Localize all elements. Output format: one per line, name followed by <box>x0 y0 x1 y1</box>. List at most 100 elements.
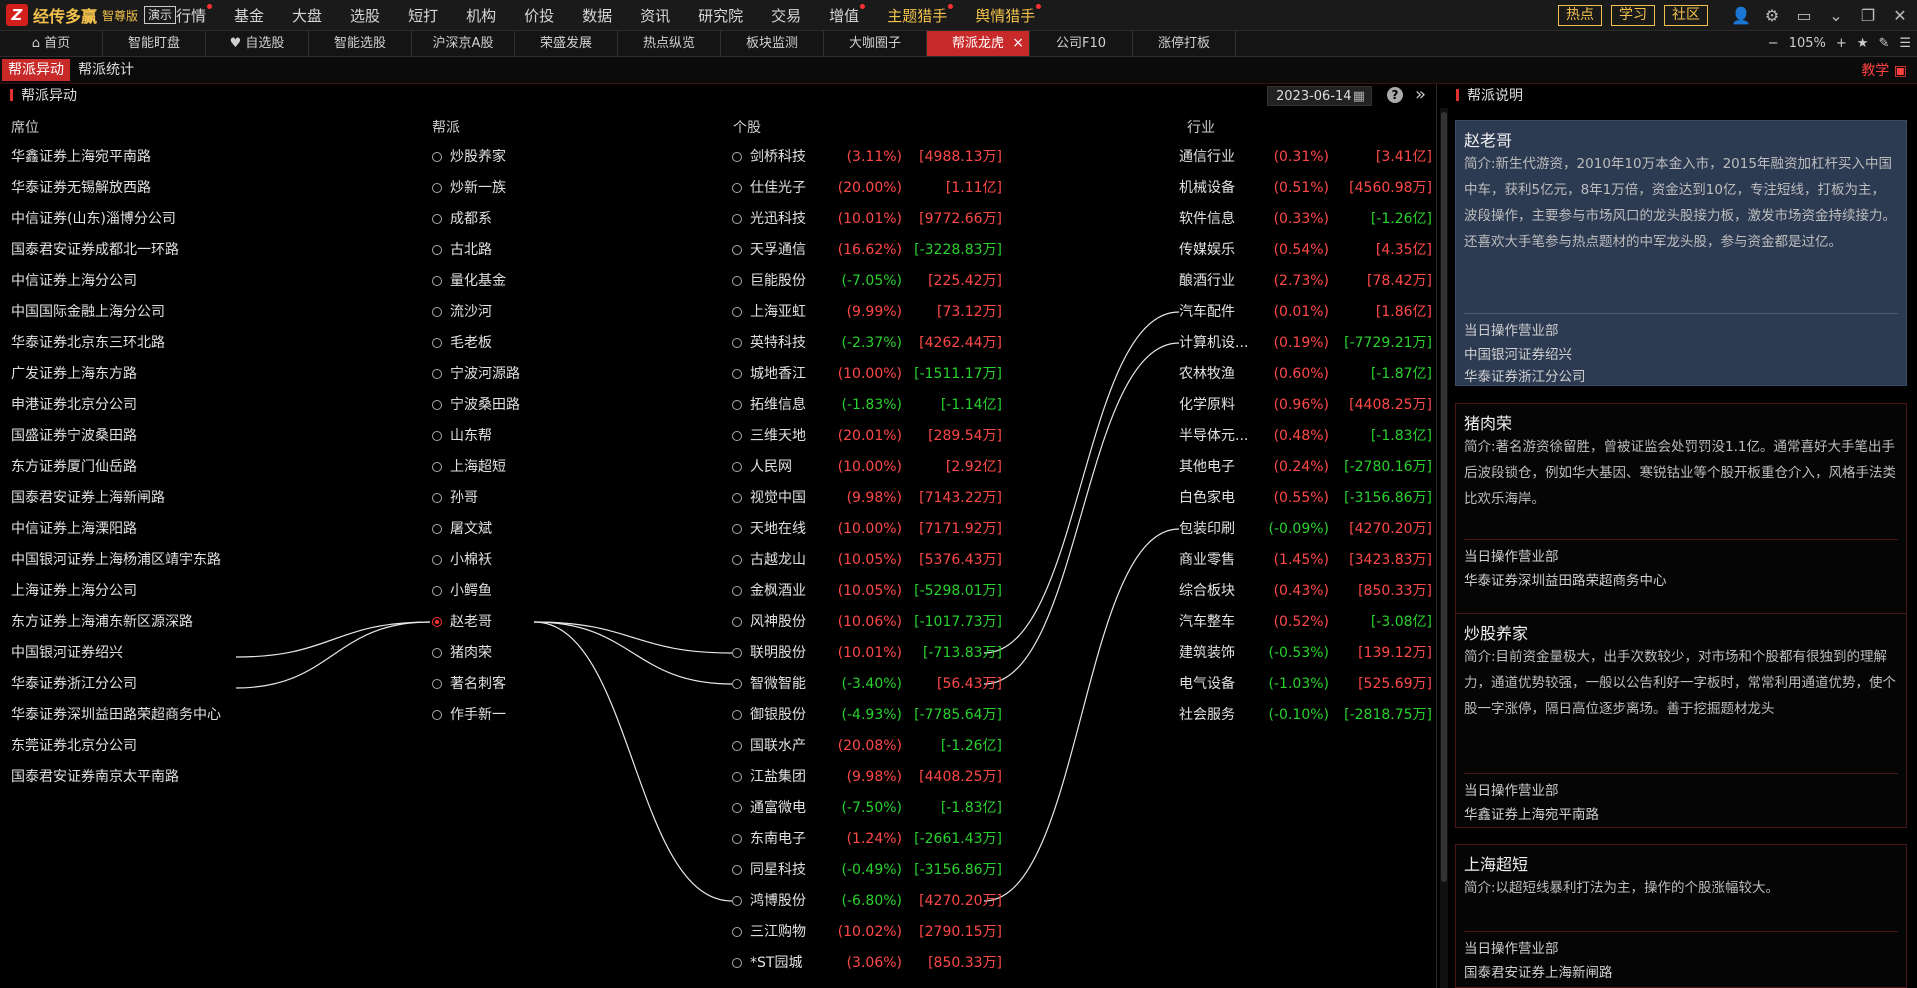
stock-row[interactable]: 东南电子 (1.24%) [-2661.43万] <box>732 829 1002 849</box>
tab-8[interactable]: 大咖圈子 <box>824 31 927 56</box>
subtab-gang-stats[interactable]: 帮派统计 <box>72 59 140 81</box>
radio-icon[interactable] <box>732 524 742 534</box>
radio-icon[interactable] <box>732 183 742 193</box>
seat-row[interactable]: 华鑫证券上海宛平南路 <box>11 147 151 167</box>
radio-icon[interactable] <box>732 927 742 937</box>
radio-icon[interactable] <box>732 400 742 410</box>
industry-row[interactable]: 包装印刷 (-0.09%) [4270.20万] <box>1179 519 1432 539</box>
tab-10[interactable]: 公司F10 <box>1030 31 1133 56</box>
stock-row[interactable]: 巨能股份 (-7.05%) [225.42万] <box>732 271 1002 291</box>
seat-row[interactable]: 中国银河证券上海杨浦区靖宇东路 <box>11 550 221 570</box>
group-row[interactable]: 古北路 <box>432 240 492 260</box>
seat-row[interactable]: 国泰君安证券上海新闸路 <box>11 488 165 508</box>
industry-row[interactable]: 电气设备 (-1.03%) [525.69万] <box>1179 674 1432 694</box>
industry-row[interactable]: 化学原料 (0.96%) [4408.25万] <box>1179 395 1432 415</box>
radio-icon[interactable] <box>732 865 742 875</box>
stock-row[interactable]: 光迅科技 (10.01%) [9772.66万] <box>732 209 1002 229</box>
tab-5[interactable]: 荣盛发展 <box>515 31 618 56</box>
tab-2[interactable]: ♥ 自选股 <box>206 31 309 56</box>
stock-row[interactable]: 英特科技 (-2.37%) [4262.44万] <box>732 333 1002 353</box>
gang-card[interactable]: 上海超短 简介:以超短线暴利打法为主，操作的个股涨幅较大。 当日操作营业部 国泰君安证… <box>1455 844 1907 988</box>
radio-icon[interactable] <box>732 493 742 503</box>
group-row[interactable]: 上海超短 <box>432 457 506 477</box>
radio-icon[interactable] <box>432 617 442 627</box>
seat-row[interactable]: 东方证券厦门仙岳路 <box>11 457 137 477</box>
radio-icon[interactable] <box>432 524 442 534</box>
radio-icon[interactable] <box>732 555 742 565</box>
seat-row[interactable]: 广发证券上海东方路 <box>11 364 137 384</box>
menu-item-4[interactable]: 短打 <box>408 5 438 26</box>
group-row[interactable]: 猪肉荣 <box>432 643 492 663</box>
subtab-gang-movement[interactable]: 帮派异动 <box>2 59 70 81</box>
tab-4[interactable]: 沪深京A股 <box>412 31 515 56</box>
group-row[interactable]: 毛老板 <box>432 333 492 353</box>
stock-row[interactable]: 国联水产 (20.08%) [-1.26亿] <box>732 736 1002 756</box>
menu-item-2[interactable]: 大盘 <box>292 5 322 26</box>
industry-row[interactable]: 酿酒行业 (2.73%) [78.42万] <box>1179 271 1432 291</box>
gear-icon[interactable]: ⚙ <box>1763 6 1781 25</box>
radio-icon[interactable] <box>732 617 742 627</box>
radio-icon[interactable] <box>432 679 442 689</box>
industry-row[interactable]: 通信行业 (0.31%) [3.41亿] <box>1179 147 1432 167</box>
stock-row[interactable]: 古越龙山 (10.05%) [5376.43万] <box>732 550 1002 570</box>
radio-icon[interactable] <box>732 586 742 596</box>
stock-row[interactable]: 仕佳光子 (20.00%) [1.11亿] <box>732 178 1002 198</box>
radio-icon[interactable] <box>732 338 742 348</box>
industry-row[interactable]: 传媒娱乐 (0.54%) [4.35亿] <box>1179 240 1432 260</box>
seat-row[interactable]: 国泰君安证券成都北一环路 <box>11 240 179 260</box>
radio-icon[interactable] <box>432 214 442 224</box>
radio-icon[interactable] <box>432 586 442 596</box>
seat-row[interactable]: 中信证券上海溧阳路 <box>11 519 137 539</box>
menu-item-12[interactable]: 主题猎手 <box>887 3 954 26</box>
radio-icon[interactable] <box>732 772 742 782</box>
seat-row[interactable]: 中信证券上海分公司 <box>11 271 137 291</box>
seat-row[interactable]: 申港证券北京分公司 <box>11 395 137 415</box>
radio-icon[interactable] <box>732 958 742 968</box>
tab-7[interactable]: 板块监测 <box>721 31 824 56</box>
seat-row[interactable]: 上海证券上海分公司 <box>11 581 137 601</box>
menu-item-5[interactable]: 机构 <box>466 5 496 26</box>
tab-close-icon[interactable]: × <box>1012 31 1024 56</box>
stock-row[interactable]: 上海亚虹 (9.99%) [73.12万] <box>732 302 1002 322</box>
group-row[interactable]: 流沙河 <box>432 302 492 322</box>
radio-icon[interactable] <box>432 338 442 348</box>
seat-row[interactable]: 国盛证券宁波桑田路 <box>11 426 137 446</box>
stock-row[interactable]: 御银股份 (-4.93%) [-7785.64万] <box>732 705 1002 725</box>
group-row[interactable]: 炒新一族 <box>432 178 506 198</box>
group-row[interactable]: 赵老哥 <box>432 612 492 632</box>
radio-icon[interactable] <box>432 369 442 379</box>
stock-row[interactable]: 金枫酒业 (10.05%) [-5298.01万] <box>732 581 1002 601</box>
radio-icon[interactable] <box>732 896 742 906</box>
zoom-in-button[interactable]: + <box>1836 36 1847 51</box>
radio-icon[interactable] <box>432 462 442 472</box>
group-row[interactable]: 量化基金 <box>432 271 506 291</box>
industry-row[interactable]: 汽车配件 (0.01%) [1.86亿] <box>1179 302 1432 322</box>
radio-icon[interactable] <box>732 152 742 162</box>
group-row[interactable]: 成都系 <box>432 209 492 229</box>
radio-icon[interactable] <box>432 493 442 503</box>
tab-11[interactable]: 涨停打板 <box>1133 31 1236 56</box>
group-row[interactable]: 作手新一 <box>432 705 506 725</box>
seat-row[interactable]: 华泰证券无锡解放西路 <box>11 178 151 198</box>
seat-row[interactable]: 中信证券(山东)淄博分公司 <box>11 209 176 229</box>
top-pill-2[interactable]: 社区 <box>1664 4 1708 26</box>
stock-row[interactable]: 拓维信息 (-1.83%) [-1.14亿] <box>732 395 1002 415</box>
stock-row[interactable]: 同星科技 (-0.49%) [-3156.86万] <box>732 860 1002 880</box>
group-row[interactable]: 山东帮 <box>432 426 492 446</box>
radio-icon[interactable] <box>732 648 742 658</box>
edit-pen-icon[interactable]: ✎ <box>1878 36 1889 51</box>
group-row[interactable]: 宁波桑田路 <box>432 395 520 415</box>
radio-icon[interactable] <box>432 555 442 565</box>
radio-icon[interactable] <box>732 369 742 379</box>
top-pill-1[interactable]: 学习 <box>1611 4 1655 26</box>
stock-row[interactable]: 剑桥科技 (3.11%) [4988.13万] <box>732 147 1002 167</box>
stock-row[interactable]: 风神股份 (10.06%) [-1017.73万] <box>732 612 1002 632</box>
stock-row[interactable]: 江盐集团 (9.98%) [4408.25万] <box>732 767 1002 787</box>
restore-icon[interactable]: ❐ <box>1859 6 1877 25</box>
radio-icon[interactable] <box>732 462 742 472</box>
tab-1[interactable]: 智能盯盘 <box>103 31 206 56</box>
menu-item-13[interactable]: 舆情猎手 <box>975 3 1042 26</box>
calendar-icon[interactable]: ▦ <box>1353 87 1365 107</box>
gang-card[interactable]: 炒股养家 简介:目前资金量极大，出手次数较少，对市场和个股都有很独到的理解力，通道… <box>1455 613 1907 828</box>
radio-icon[interactable] <box>732 214 742 224</box>
